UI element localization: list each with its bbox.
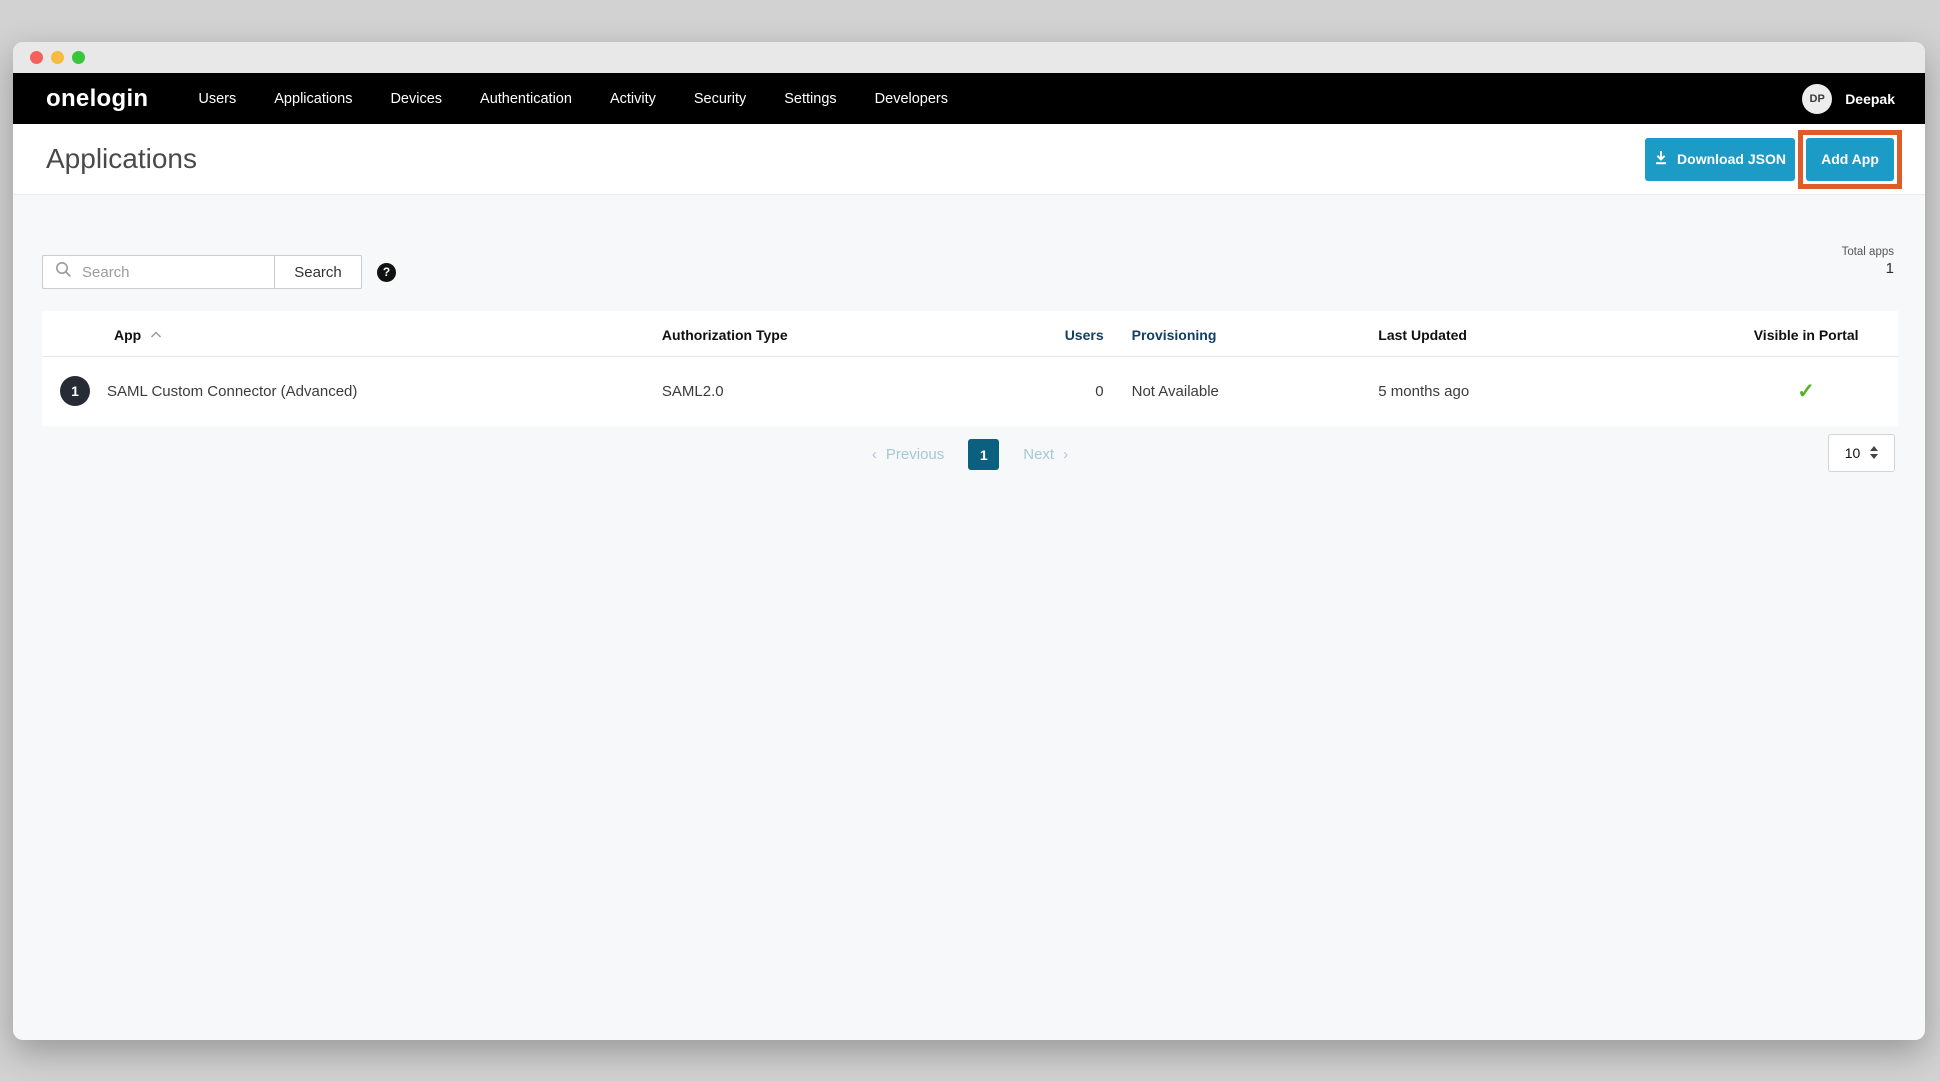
toolbar-row: Search ? Total apps 1: [42, 255, 1898, 289]
spinner-arrows-icon: [1870, 446, 1878, 459]
current-page-button[interactable]: 1: [968, 439, 999, 470]
add-app-button[interactable]: Add App: [1806, 138, 1894, 181]
onelogin-logo[interactable]: onelogin: [46, 85, 148, 113]
nav-item-settings[interactable]: Settings: [784, 91, 836, 107]
column-header-provisioning[interactable]: Provisioning: [1104, 311, 1379, 357]
nav-item-users[interactable]: Users: [198, 91, 236, 107]
column-header-authorization-type[interactable]: Authorization Type: [662, 311, 1009, 357]
chevron-left-icon: ‹: [872, 446, 877, 463]
app-name[interactable]: SAML Custom Connector (Advanced): [107, 383, 357, 400]
applications-table: App Authorization Type Users Provisionin…: [42, 311, 1898, 426]
last-updated-cell: 5 months ago: [1378, 357, 1714, 426]
highlight-annotation-box: Add App: [1798, 130, 1902, 189]
total-apps: Total apps 1: [1842, 246, 1894, 277]
nav-item-activity[interactable]: Activity: [610, 91, 656, 107]
nav-item-authentication[interactable]: Authentication: [480, 91, 572, 107]
search-icon: [55, 261, 72, 283]
top-navbar: onelogin Users Applications Devices Auth…: [13, 73, 1925, 124]
nav-item-devices[interactable]: Devices: [390, 91, 442, 107]
visible-check-icon: ✓: [1797, 380, 1815, 403]
window-titlebar: [13, 42, 1925, 73]
search-input[interactable]: [82, 264, 257, 281]
browser-window: onelogin Users Applications Devices Auth…: [13, 42, 1925, 1040]
row-index-badge: 1: [60, 376, 90, 406]
users-count-cell: 0: [1009, 357, 1104, 426]
search-group: Search: [42, 255, 362, 289]
nav-item-security[interactable]: Security: [694, 91, 746, 107]
page-header: Applications Download JSON Add App: [13, 124, 1925, 195]
nav-item-applications[interactable]: Applications: [274, 91, 352, 107]
applications-table-card: App Authorization Type Users Provisionin…: [42, 311, 1898, 426]
column-header-app[interactable]: App: [42, 311, 662, 357]
download-icon: [1654, 150, 1668, 168]
search-button[interactable]: Search: [274, 255, 362, 289]
avatar[interactable]: DP: [1802, 84, 1832, 114]
next-page-button[interactable]: Next ›: [1023, 446, 1068, 463]
previous-page-button[interactable]: ‹ Previous: [872, 446, 944, 463]
authorization-type-cell: SAML2.0: [662, 357, 1009, 426]
table-header-row: App Authorization Type Users Provisionin…: [42, 311, 1898, 357]
column-header-last-updated[interactable]: Last Updated: [1378, 311, 1714, 357]
header-actions: Download JSON Add App: [1645, 130, 1902, 189]
zoom-window-button[interactable]: [72, 51, 85, 64]
page-size-select[interactable]: 10: [1828, 434, 1895, 472]
page-title: Applications: [46, 143, 197, 175]
download-json-label: Download JSON: [1677, 151, 1786, 167]
table-row[interactable]: 1 SAML Custom Connector (Advanced) SAML2…: [42, 357, 1898, 426]
nav-item-developers[interactable]: Developers: [875, 91, 948, 107]
provisioning-cell: Not Available: [1104, 357, 1379, 426]
user-name: Deepak: [1845, 91, 1895, 107]
nav-menu: Users Applications Devices Authenticatio…: [198, 91, 948, 107]
total-apps-value: 1: [1842, 260, 1894, 277]
help-icon[interactable]: ?: [377, 263, 396, 282]
app-cell[interactable]: 1 SAML Custom Connector (Advanced): [42, 376, 662, 406]
search-field: [42, 255, 274, 289]
applications-content: Search ? Total apps 1 App: [13, 255, 1925, 474]
minimize-window-button[interactable]: [51, 51, 64, 64]
total-apps-label: Total apps: [1842, 246, 1894, 258]
sort-ascending-icon: [150, 326, 162, 342]
download-json-button[interactable]: Download JSON: [1645, 138, 1795, 181]
pagination: ‹ Previous 1 Next › 10: [42, 436, 1898, 474]
page-size-value: 10: [1845, 445, 1861, 461]
chevron-right-icon: ›: [1063, 446, 1068, 463]
column-header-users[interactable]: Users: [1009, 311, 1104, 357]
user-menu[interactable]: DP Deepak: [1802, 84, 1895, 114]
close-window-button[interactable]: [30, 51, 43, 64]
column-header-visible-in-portal[interactable]: Visible in Portal: [1714, 311, 1898, 357]
